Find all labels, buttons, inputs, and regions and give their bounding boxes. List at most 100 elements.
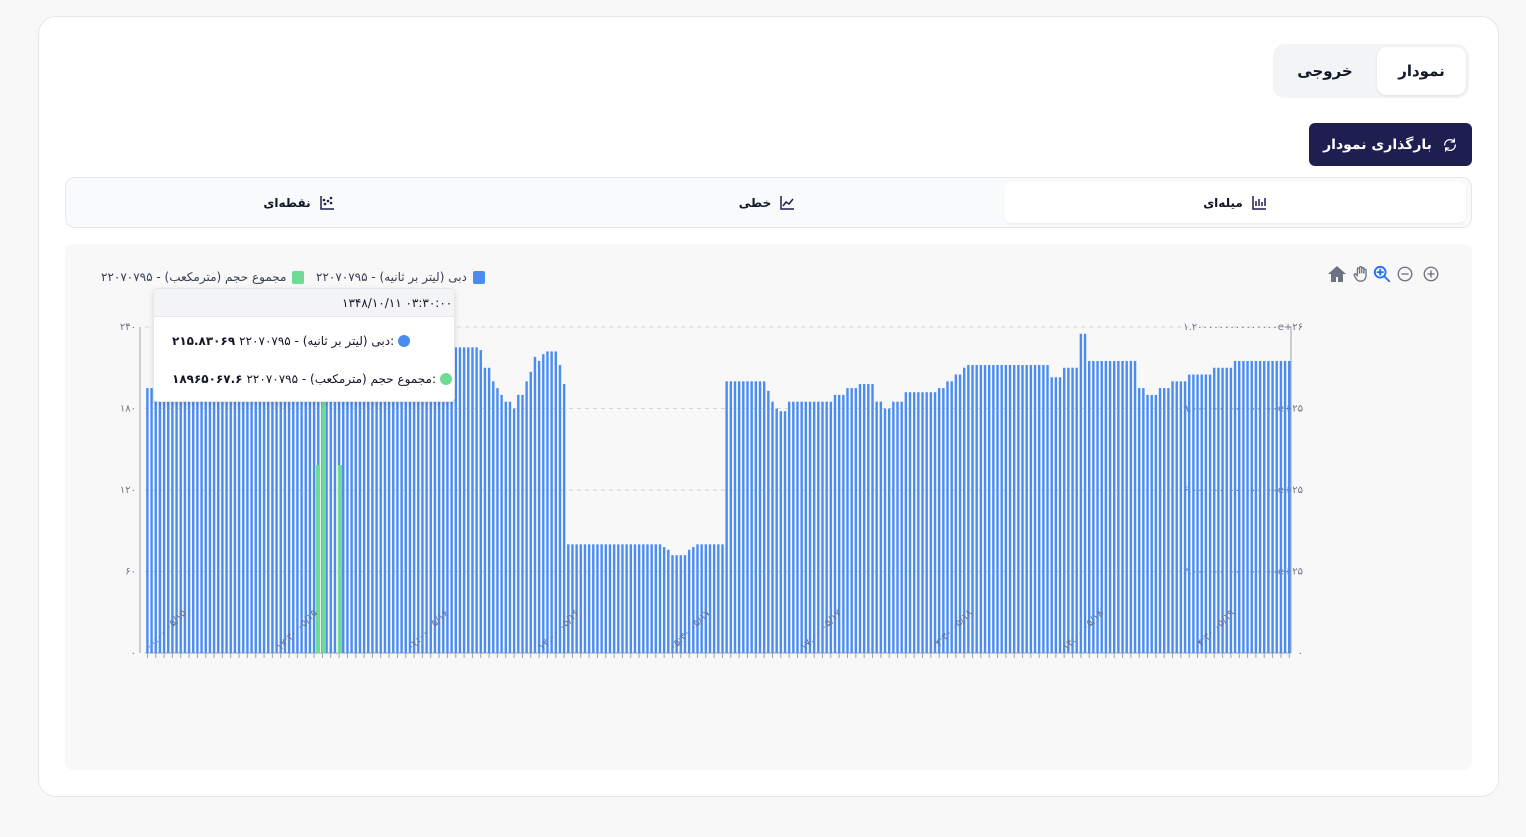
bar xyxy=(792,401,795,653)
bar xyxy=(996,365,999,653)
bar xyxy=(387,367,391,653)
bar xyxy=(1008,365,1012,653)
bar xyxy=(804,401,808,653)
bar xyxy=(796,401,799,653)
legend-item-flow[interactable]: ۲۲۰۷۰۷۹۵ - دبی (لیتر بر ثانیه) xyxy=(316,270,485,284)
bar xyxy=(258,388,262,653)
bar xyxy=(712,544,716,653)
bar xyxy=(571,544,574,653)
bar xyxy=(192,388,195,653)
bar xyxy=(1271,360,1274,653)
bar xyxy=(1142,388,1145,653)
bar xyxy=(729,381,733,653)
bar xyxy=(1283,360,1287,653)
bar xyxy=(875,401,878,653)
tooltip-flow-label: ۲۲۰۷۰۷۹۵ - دبی (لیتر بر ثانیه): xyxy=(239,334,395,348)
bar xyxy=(1254,360,1258,653)
bar xyxy=(500,394,503,653)
legend-item-volume[interactable]: ۲۲۰۷۰۷۹۵ - مجموع حجم (مترمکعب) xyxy=(101,270,305,284)
bar xyxy=(167,388,170,653)
bar xyxy=(300,388,303,653)
bar xyxy=(871,384,874,653)
bar xyxy=(1288,360,1291,653)
bar xyxy=(637,544,641,653)
bar xyxy=(537,360,541,653)
bar xyxy=(642,544,645,653)
bar xyxy=(287,388,291,653)
bar xyxy=(1021,365,1024,653)
bar xyxy=(487,367,491,653)
bar xyxy=(1050,377,1053,653)
zoom-out-icon[interactable] xyxy=(1396,265,1414,283)
bar xyxy=(421,367,424,653)
bar xyxy=(433,367,437,653)
bar xyxy=(667,549,670,653)
bar xyxy=(1242,360,1245,653)
home-icon[interactable] xyxy=(1327,264,1347,284)
tooltip-row-flow: ۲۱۵.۸۳۰۶۹ ۲۲۰۷۰۷۹۵ - دبی (لیتر بر ثانیه)… xyxy=(172,334,411,348)
legend-flow-swatch xyxy=(472,270,485,284)
bar xyxy=(292,388,295,653)
pan-icon[interactable] xyxy=(1352,265,1370,283)
bar xyxy=(1088,360,1091,653)
bar xyxy=(646,544,649,653)
bar xyxy=(846,388,849,653)
bar xyxy=(883,408,887,653)
bar xyxy=(942,388,945,653)
bar xyxy=(975,365,978,653)
bar xyxy=(1092,360,1095,653)
bar xyxy=(1129,360,1133,653)
bar xyxy=(983,365,987,653)
bar xyxy=(762,381,766,653)
bar xyxy=(600,544,603,653)
bar xyxy=(262,388,266,653)
bar xyxy=(546,351,549,653)
bar xyxy=(562,384,566,653)
tooltip-flow-marker xyxy=(398,335,411,347)
bar xyxy=(696,544,699,653)
bar xyxy=(879,401,883,653)
bar xyxy=(937,388,941,653)
bar xyxy=(929,392,933,653)
bar xyxy=(412,367,416,653)
bar xyxy=(1275,360,1278,653)
bar xyxy=(504,401,507,653)
tooltip-row-volume: ۱۸۹۶۵۰۶۷.۶ ۲۲۰۷۰۷۹۵ - مجموع حجم (مترمکعب… xyxy=(172,372,452,386)
bar xyxy=(912,392,916,653)
bar xyxy=(767,390,770,653)
bar xyxy=(1163,388,1166,653)
bar xyxy=(1004,365,1008,653)
bar xyxy=(246,388,249,653)
bar xyxy=(854,388,858,653)
bar xyxy=(608,544,612,653)
y-left-tick-label: ۱۲۰ xyxy=(120,485,136,496)
bar xyxy=(408,367,412,653)
bar xyxy=(721,544,724,653)
bar xyxy=(225,388,228,653)
bar xyxy=(1075,367,1078,653)
bar xyxy=(171,388,174,653)
bar xyxy=(992,365,995,653)
bar xyxy=(458,347,462,653)
bar xyxy=(979,365,983,653)
bar xyxy=(367,367,370,653)
bar xyxy=(1158,388,1162,653)
y-right-tick-label: ۱.۲۰۰۰۰۰۰۰۰۰۰۰۰۰۰۰e+۲۶ xyxy=(1183,322,1303,333)
bar xyxy=(1171,381,1174,653)
bar xyxy=(1183,381,1187,653)
tooltip-flow-value: ۲۱۵.۸۳۰۶۹ xyxy=(172,334,236,348)
bar xyxy=(950,381,953,653)
bar xyxy=(1167,388,1170,653)
zoom-in-icon[interactable] xyxy=(1422,265,1440,283)
y-left-tick-label: ۶۰ xyxy=(125,567,136,578)
bar xyxy=(1029,365,1033,653)
bar xyxy=(1121,360,1124,653)
bar xyxy=(521,394,524,653)
zoom-icon[interactable] xyxy=(1373,265,1391,283)
bar xyxy=(233,388,237,653)
bar xyxy=(196,388,199,653)
bar xyxy=(771,401,774,653)
bar xyxy=(758,381,762,653)
y-left-tick-label: ۱۸۰ xyxy=(120,404,136,415)
bar xyxy=(954,374,958,653)
